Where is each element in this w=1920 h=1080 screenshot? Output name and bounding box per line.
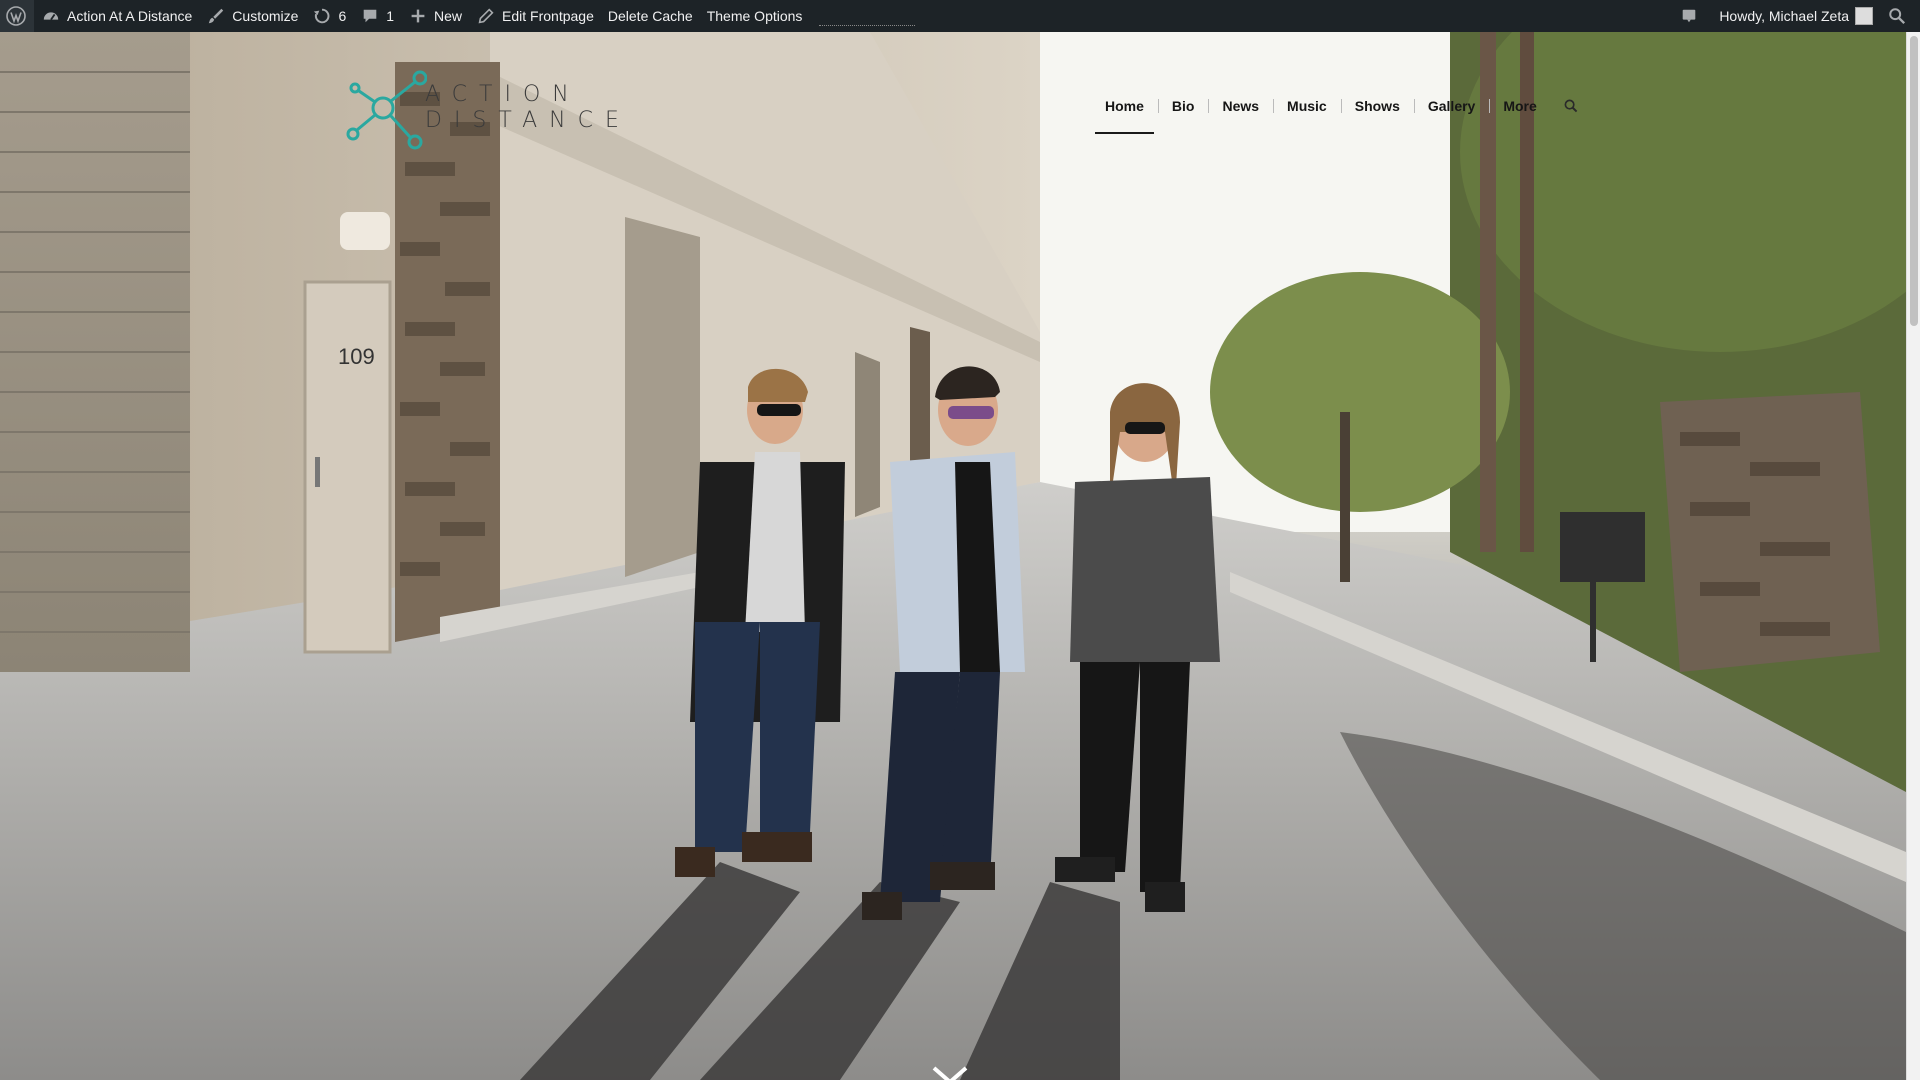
- theme-options-label: Theme Options: [706, 8, 803, 24]
- nav-item-gallery[interactable]: Gallery: [1413, 92, 1489, 120]
- main-navigation: Home Bio News Music Shows Gallery More: [1091, 92, 1581, 134]
- updates-link[interactable]: 6: [305, 0, 353, 32]
- wp-admin-bar: Action At A Distance Customize 6 1 New E…: [0, 0, 1920, 32]
- customize-link[interactable]: Customize: [199, 0, 305, 32]
- nav-item-home[interactable]: Home: [1091, 92, 1158, 134]
- new-content-menu[interactable]: New: [401, 0, 469, 32]
- delete-cache-label: Delete Cache: [607, 8, 693, 24]
- nav-item-bio[interactable]: Bio: [1157, 92, 1209, 120]
- admin-bar-left: Action At A Distance Customize 6 1 New E…: [0, 0, 916, 32]
- hero-photo: 109: [0, 32, 1906, 1080]
- nav-item-news[interactable]: News: [1208, 92, 1273, 120]
- comment-icon: [360, 6, 380, 26]
- updates-count: 6: [338, 8, 347, 24]
- edit-frontpage-link[interactable]: Edit Frontpage: [469, 0, 601, 32]
- admin-bar-right: Howdy, Michael Zeta: [1672, 0, 1920, 32]
- search-icon: [1887, 6, 1907, 26]
- nav-item-more[interactable]: More: [1489, 92, 1550, 120]
- logo-molecule-icon: [346, 70, 428, 150]
- nav-item-music[interactable]: Music: [1273, 92, 1341, 120]
- notification-icon: [1679, 6, 1699, 26]
- dashboard-icon: [41, 6, 61, 26]
- customize-label: Customize: [232, 8, 299, 24]
- hero-section: 109 ACTION DISTANCE Home Bio News Music …: [0, 32, 1906, 1080]
- site-name-menu[interactable]: Action At A Distance: [34, 0, 199, 32]
- howdy-label: Howdy, Michael Zeta: [1719, 8, 1849, 24]
- avatar: [1855, 7, 1873, 25]
- chevron-down-icon: [932, 1066, 968, 1080]
- updates-icon: [312, 6, 332, 26]
- plus-icon: [408, 6, 428, 26]
- admin-search-button[interactable]: [1880, 0, 1920, 32]
- wp-logo-menu[interactable]: [0, 0, 34, 32]
- my-account-menu[interactable]: Howdy, Michael Zeta: [1712, 0, 1880, 32]
- scroll-down-button[interactable]: [930, 1062, 970, 1080]
- notifications-button[interactable]: [1672, 0, 1712, 32]
- nav-item-shows[interactable]: Shows: [1340, 92, 1414, 120]
- door-number: 109: [338, 344, 375, 369]
- logo-line-1: ACTION: [425, 82, 581, 107]
- scrollbar-thumb[interactable]: [1910, 36, 1918, 326]
- delete-cache-link[interactable]: Delete Cache: [601, 0, 700, 32]
- edit-frontpage-label: Edit Frontpage: [502, 8, 594, 24]
- wordpress-icon: [6, 6, 26, 26]
- search-icon[interactable]: [1561, 96, 1581, 116]
- comments-count: 1: [386, 8, 395, 24]
- theme-options-link[interactable]: Theme Options: [700, 0, 810, 32]
- brush-icon: [206, 6, 226, 26]
- site-name-label: Action At A Distance: [67, 8, 193, 24]
- page-scrollbar[interactable]: [1906, 32, 1920, 1080]
- admin-bar-divider: [819, 24, 916, 26]
- new-label: New: [434, 8, 463, 24]
- logo-text: ACTION DISTANCE: [425, 82, 631, 134]
- pencil-icon: [476, 6, 496, 26]
- comments-link[interactable]: 1: [353, 0, 401, 32]
- site-logo[interactable]: ACTION DISTANCE: [345, 70, 619, 152]
- logo-line-2: DISTANCE: [425, 108, 631, 133]
